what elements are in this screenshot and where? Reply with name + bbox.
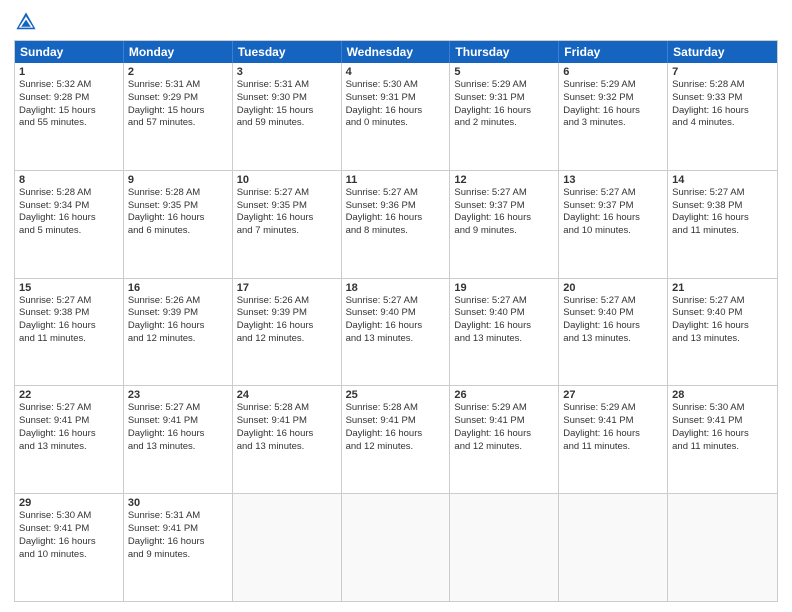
calendar-week-3: 15Sunrise: 5:27 AMSunset: 9:38 PMDayligh… xyxy=(15,278,777,386)
table-row: 8Sunrise: 5:28 AMSunset: 9:34 PMDaylight… xyxy=(15,171,124,278)
table-row: 2Sunrise: 5:31 AMSunset: 9:29 PMDaylight… xyxy=(124,63,233,170)
table-row: 27Sunrise: 5:29 AMSunset: 9:41 PMDayligh… xyxy=(559,386,668,493)
table-row: 29Sunrise: 5:30 AMSunset: 9:41 PMDayligh… xyxy=(15,494,124,601)
logo-icon xyxy=(14,10,38,34)
table-row: 24Sunrise: 5:28 AMSunset: 9:41 PMDayligh… xyxy=(233,386,342,493)
calendar-week-1: 1Sunrise: 5:32 AMSunset: 9:28 PMDaylight… xyxy=(15,63,777,170)
logo xyxy=(14,10,42,34)
table-row: 10Sunrise: 5:27 AMSunset: 9:35 PMDayligh… xyxy=(233,171,342,278)
header-day-thursday: Thursday xyxy=(450,41,559,63)
calendar-header: SundayMondayTuesdayWednesdayThursdayFrid… xyxy=(15,41,777,63)
table-row: 14Sunrise: 5:27 AMSunset: 9:38 PMDayligh… xyxy=(668,171,777,278)
table-row: 19Sunrise: 5:27 AMSunset: 9:40 PMDayligh… xyxy=(450,279,559,386)
calendar-body: 1Sunrise: 5:32 AMSunset: 9:28 PMDaylight… xyxy=(15,63,777,601)
table-row xyxy=(559,494,668,601)
table-row: 5Sunrise: 5:29 AMSunset: 9:31 PMDaylight… xyxy=(450,63,559,170)
table-row xyxy=(668,494,777,601)
calendar-week-4: 22Sunrise: 5:27 AMSunset: 9:41 PMDayligh… xyxy=(15,385,777,493)
header-day-sunday: Sunday xyxy=(15,41,124,63)
header-day-tuesday: Tuesday xyxy=(233,41,342,63)
header xyxy=(14,10,778,34)
table-row: 25Sunrise: 5:28 AMSunset: 9:41 PMDayligh… xyxy=(342,386,451,493)
table-row: 28Sunrise: 5:30 AMSunset: 9:41 PMDayligh… xyxy=(668,386,777,493)
page: SundayMondayTuesdayWednesdayThursdayFrid… xyxy=(0,0,792,612)
table-row: 23Sunrise: 5:27 AMSunset: 9:41 PMDayligh… xyxy=(124,386,233,493)
table-row: 11Sunrise: 5:27 AMSunset: 9:36 PMDayligh… xyxy=(342,171,451,278)
table-row: 1Sunrise: 5:32 AMSunset: 9:28 PMDaylight… xyxy=(15,63,124,170)
table-row: 30Sunrise: 5:31 AMSunset: 9:41 PMDayligh… xyxy=(124,494,233,601)
table-row: 16Sunrise: 5:26 AMSunset: 9:39 PMDayligh… xyxy=(124,279,233,386)
table-row: 9Sunrise: 5:28 AMSunset: 9:35 PMDaylight… xyxy=(124,171,233,278)
table-row: 3Sunrise: 5:31 AMSunset: 9:30 PMDaylight… xyxy=(233,63,342,170)
header-day-wednesday: Wednesday xyxy=(342,41,451,63)
table-row: 15Sunrise: 5:27 AMSunset: 9:38 PMDayligh… xyxy=(15,279,124,386)
header-day-friday: Friday xyxy=(559,41,668,63)
table-row: 6Sunrise: 5:29 AMSunset: 9:32 PMDaylight… xyxy=(559,63,668,170)
table-row xyxy=(450,494,559,601)
calendar: SundayMondayTuesdayWednesdayThursdayFrid… xyxy=(14,40,778,602)
table-row: 7Sunrise: 5:28 AMSunset: 9:33 PMDaylight… xyxy=(668,63,777,170)
table-row: 13Sunrise: 5:27 AMSunset: 9:37 PMDayligh… xyxy=(559,171,668,278)
table-row: 17Sunrise: 5:26 AMSunset: 9:39 PMDayligh… xyxy=(233,279,342,386)
table-row: 20Sunrise: 5:27 AMSunset: 9:40 PMDayligh… xyxy=(559,279,668,386)
table-row xyxy=(233,494,342,601)
header-day-monday: Monday xyxy=(124,41,233,63)
table-row: 21Sunrise: 5:27 AMSunset: 9:40 PMDayligh… xyxy=(668,279,777,386)
table-row: 18Sunrise: 5:27 AMSunset: 9:40 PMDayligh… xyxy=(342,279,451,386)
table-row: 12Sunrise: 5:27 AMSunset: 9:37 PMDayligh… xyxy=(450,171,559,278)
table-row: 4Sunrise: 5:30 AMSunset: 9:31 PMDaylight… xyxy=(342,63,451,170)
calendar-week-2: 8Sunrise: 5:28 AMSunset: 9:34 PMDaylight… xyxy=(15,170,777,278)
table-row: 22Sunrise: 5:27 AMSunset: 9:41 PMDayligh… xyxy=(15,386,124,493)
table-row: 26Sunrise: 5:29 AMSunset: 9:41 PMDayligh… xyxy=(450,386,559,493)
header-day-saturday: Saturday xyxy=(668,41,777,63)
table-row xyxy=(342,494,451,601)
calendar-week-5: 29Sunrise: 5:30 AMSunset: 9:41 PMDayligh… xyxy=(15,493,777,601)
